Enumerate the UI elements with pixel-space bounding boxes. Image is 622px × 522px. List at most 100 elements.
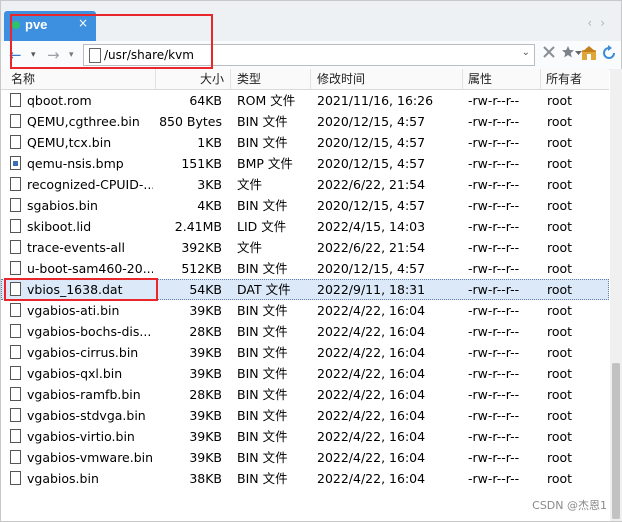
column-header-type[interactable]: 类型 [231, 69, 311, 89]
file-name: QEMU,cgthree.bin [27, 114, 140, 129]
file-modified: 2020/12/15, 4:57 [317, 198, 426, 213]
address-input[interactable] [104, 46, 514, 64]
column-header-name[interactable]: 名称 [1, 69, 156, 89]
file-list-header: 名称 大小 类型 修改时间 属性 所有者 [1, 69, 609, 90]
file-modified: 2020/12/15, 4:57 [317, 114, 426, 129]
file-name: vgabios-vmware.bin [27, 450, 153, 465]
file-row[interactable]: vgabios-bochs-dis... 28KB BIN 文件 2022/4/22,… [1, 321, 609, 342]
file-row[interactable]: qemu-nsis.bmp 151KB BMP 文件 2020/12/15, 4:57… [1, 153, 609, 174]
file-row[interactable]: vgabios-cirrus.bin 39KB BIN 文件 2022/4/22, 1… [1, 342, 609, 363]
scrollbar-thumb[interactable] [612, 363, 620, 519]
file-name: skiboot.lid [27, 219, 92, 234]
file-size: 512KB [181, 261, 222, 276]
file-name: u-boot-sam460-20... [27, 261, 153, 276]
file-owner: root [547, 387, 573, 402]
toolbar: ← ▾ → ▾ ⌄ [1, 41, 621, 70]
file-row[interactable]: sgabios.bin 4KB BIN 文件 2020/12/15, 4:57 -rw-… [1, 195, 609, 216]
file-size: 28KB [189, 324, 222, 339]
file-name: qemu-nsis.bmp [27, 156, 124, 171]
file-icon [10, 282, 21, 296]
file-owner: root [547, 324, 573, 339]
tab-label: pve [25, 17, 48, 32]
address-bar[interactable]: ⌄ [83, 44, 535, 66]
file-name: vbios_1638.dat [27, 282, 123, 297]
file-row[interactable]: vgabios-qxl.bin 39KB BIN 文件 2022/4/22, 16:0… [1, 363, 609, 384]
clear-filter-icon[interactable] [542, 45, 556, 65]
file-modified: 2022/4/15, 14:03 [317, 219, 426, 234]
file-owner: root [547, 198, 573, 213]
column-header-modified[interactable]: 修改时间 [311, 69, 463, 89]
file-row[interactable]: vgabios.bin 38KB BIN 文件 2022/4/22, 16:04 -rw… [1, 468, 609, 489]
tab-scroll-right-icon[interactable]: › [600, 16, 613, 30]
file-modified: 2022/9/11, 18:31 [317, 282, 426, 297]
address-dropdown-icon[interactable]: ⌄ [522, 47, 530, 58]
file-modified: 2022/4/22, 16:04 [317, 408, 426, 423]
file-row[interactable]: skiboot.lid 2.41MB LID 文件 2022/4/15, 14:03 -… [1, 216, 609, 237]
file-owner: root [547, 156, 573, 171]
file-row[interactable]: u-boot-sam460-20... 512KB BIN 文件 2020/12/15… [1, 258, 609, 279]
column-header-attributes[interactable]: 属性 [463, 69, 541, 89]
file-icon [10, 114, 21, 128]
file-type: BIN 文件 [237, 198, 288, 213]
tab-scroll-left-icon[interactable]: ‹ [587, 16, 600, 30]
file-row[interactable]: vgabios-vmware.bin 39KB BIN 文件 2022/4/22, 1… [1, 447, 609, 468]
file-owner: root [547, 345, 573, 360]
file-row[interactable]: vgabios-ramfb.bin 28KB BIN 文件 2022/4/22, 16… [1, 384, 609, 405]
file-row[interactable]: vgabios-stdvga.bin 39KB BIN 文件 2022/4/22, 1… [1, 405, 609, 426]
connection-status-icon [12, 21, 20, 29]
file-type: BIN 文件 [237, 471, 288, 486]
column-header-size[interactable]: 大小 [156, 69, 231, 89]
file-attributes: -rw-r--r-- [468, 177, 520, 192]
file-row[interactable]: qboot.rom 64KB ROM 文件 2021/11/16, 16:26 -rw-… [1, 90, 609, 111]
file-modified: 2022/6/22, 21:54 [317, 240, 426, 255]
file-row[interactable]: vgabios-virtio.bin 39KB BIN 文件 2022/4/22, 1… [1, 426, 609, 447]
file-row[interactable]: QEMU,tcx.bin 1KB BIN 文件 2020/12/15, 4:57 -rw… [1, 132, 609, 153]
tab-pve[interactable]: pve × [4, 11, 96, 41]
file-name: qboot.rom [27, 93, 92, 108]
vertical-scrollbar[interactable] [610, 69, 622, 521]
file-row[interactable]: vgabios-ati.bin 39KB BIN 文件 2022/4/22, 16:0… [1, 300, 609, 321]
forward-history-dropdown[interactable]: ▾ [69, 45, 74, 65]
file-name: vgabios-ramfb.bin [27, 387, 141, 402]
file-row[interactable]: vbios_1638.dat 54KB DAT 文件 2022/9/11, 18:31… [1, 279, 609, 300]
file-modified: 2022/4/22, 16:04 [317, 471, 426, 486]
file-icon [10, 408, 21, 422]
back-history-dropdown[interactable]: ▾ [31, 45, 36, 65]
file-size: 4KB [197, 198, 222, 213]
file-size: 38KB [189, 471, 222, 486]
file-type: BIN 文件 [237, 345, 288, 360]
file-row[interactable]: QEMU,cgthree.bin 850 Bytes BIN 文件 2020/12/1… [1, 111, 609, 132]
file-size: 1KB [197, 135, 222, 150]
file-attributes: -rw-r--r-- [468, 93, 520, 108]
refresh-icon[interactable] [601, 45, 617, 65]
file-modified: 2021/11/16, 16:26 [317, 93, 434, 108]
file-type: 文件 [237, 177, 263, 192]
file-icon [10, 471, 21, 485]
file-row[interactable]: trace-events-all 392KB 文件 2022/6/22, 21:54 -… [1, 237, 609, 258]
file-owner: root [547, 219, 573, 234]
column-header-owner[interactable]: 所有者 [541, 69, 609, 89]
file-name: recognized-CPUID-... [27, 177, 153, 192]
forward-arrow-icon[interactable]: → [47, 45, 60, 65]
home-folder-icon[interactable] [581, 45, 597, 65]
file-owner: root [547, 429, 573, 444]
file-type: BIN 文件 [237, 324, 288, 339]
file-type: BIN 文件 [237, 387, 288, 402]
bookmark-star-icon[interactable] [561, 45, 575, 65]
file-attributes: -rw-r--r-- [468, 429, 520, 444]
file-row[interactable]: recognized-CPUID-... 3KB 文件 2022/6/22, 21:5… [1, 174, 609, 195]
back-arrow-icon[interactable]: ← [9, 45, 22, 65]
file-modified: 2020/12/15, 4:57 [317, 135, 426, 150]
file-size: 39KB [189, 408, 222, 423]
file-owner: root [547, 261, 573, 276]
file-name: vgabios-qxl.bin [27, 366, 123, 381]
file-name: sgabios.bin [27, 198, 98, 213]
file-attributes: -rw-r--r-- [468, 135, 520, 150]
file-type: ROM 文件 [237, 93, 296, 108]
file-type: BMP 文件 [237, 156, 293, 171]
file-modified: 2022/4/22, 16:04 [317, 429, 426, 444]
file-attributes: -rw-r--r-- [468, 156, 520, 171]
file-name: vgabios-stdvga.bin [27, 408, 146, 423]
tab-close-icon[interactable]: × [78, 16, 88, 30]
file-size: 3KB [197, 177, 222, 192]
